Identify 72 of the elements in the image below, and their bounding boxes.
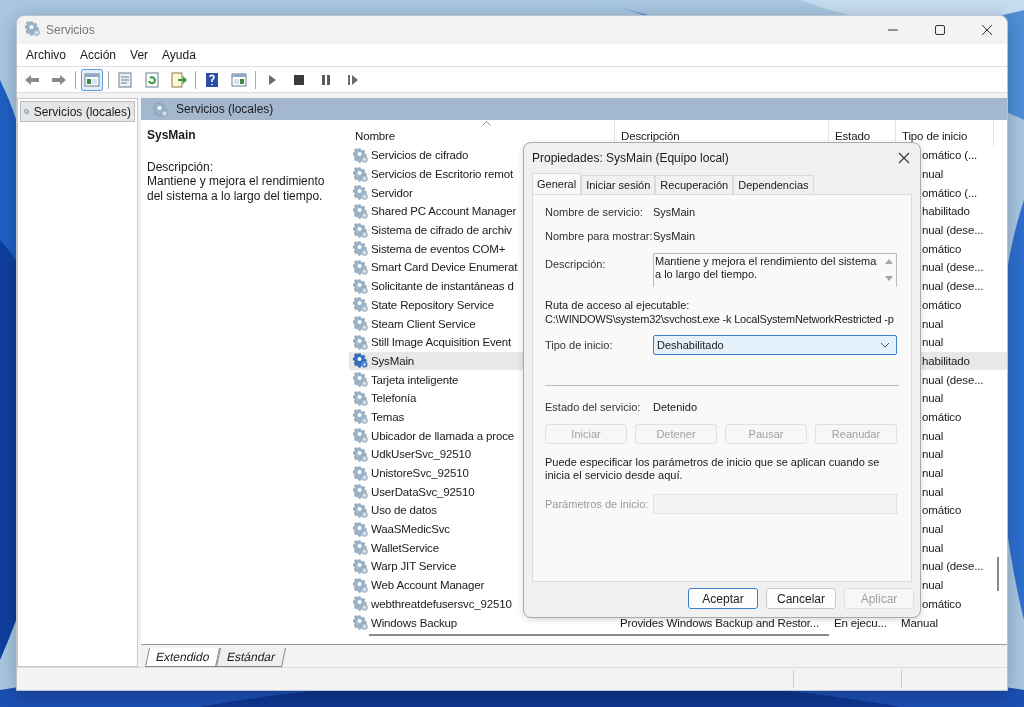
service-name-cell: Steam Client Service	[371, 317, 476, 330]
service-name-cell: Smart Card Device Enumerat	[371, 261, 518, 274]
service-name-cell: Temas	[371, 410, 405, 423]
service-name-cell: Web Account Manager	[371, 579, 485, 592]
field-label: Descripción:	[545, 258, 607, 270]
window-title: Servicios	[46, 23, 95, 37]
table-cell: Provides Windows Backup and Restor...	[620, 616, 819, 629]
field-label: Tipo de inicio:	[545, 339, 614, 351]
description-text: Mantiene y mejora el rendimiento del sistema a lo largo del tiempo.	[147, 174, 326, 204]
service-name-cell: Sistema de eventos COM+	[371, 242, 506, 255]
table-cell: Manual	[901, 616, 938, 629]
service-name-cell: State Repository Service	[371, 298, 494, 311]
panel-title: Servicios (locales)	[176, 102, 274, 116]
table-cell: omático	[922, 298, 962, 311]
field-label: Nombre de servicio:	[545, 206, 644, 218]
table-cell: nual	[922, 448, 944, 461]
service-name-cell: Still Image Acquisition Event	[371, 336, 512, 349]
service-name-cell: WalletService	[371, 541, 439, 554]
table-cell: omático (...	[922, 186, 978, 199]
table-cell: nual	[922, 579, 944, 592]
service-name-cell: Servidor	[371, 186, 413, 199]
field-label: Ruta de acceso al ejecutable:	[545, 299, 691, 311]
table-cell: nual	[922, 541, 944, 554]
table-cell: nual	[922, 429, 944, 442]
table-cell: nual	[922, 523, 944, 536]
table-cell: nual	[922, 168, 944, 181]
note-text: Puede especificar los parámetros de inicio que se aplican cuando se inicia el servicio desde aquí.	[545, 456, 881, 482]
table-cell: nual	[922, 485, 944, 498]
table-cell: nual	[922, 392, 944, 405]
service-name-cell: Solicitante de instantáneas d	[371, 280, 514, 293]
path-text: C:\WINDOWS\system32\svchost.exe -k LocalSystemNetworkRestricted -p	[545, 313, 895, 325]
field-value: Detenido	[653, 401, 698, 413]
table-cell: nual	[922, 336, 944, 349]
field-label: Parámetros de inicio:	[545, 498, 650, 510]
field-value: SysMain	[653, 230, 696, 242]
service-name: SysMain	[147, 128, 197, 142]
field-label: Nombre para mostrar:	[545, 230, 653, 242]
service-name-cell: UdkUserSvc_92510	[371, 448, 471, 461]
field-label: Estado del servicio:	[545, 401, 642, 413]
service-name-cell: Shared PC Account Manager	[371, 205, 517, 218]
service-name-cell: Windows Backup	[371, 616, 458, 629]
table-cell: nual	[922, 467, 944, 480]
table-cell: habilitado	[922, 205, 970, 218]
table-cell: omático	[922, 504, 962, 517]
table-cell: nual (dese...	[922, 560, 984, 573]
service-name-cell: Warp JIT Service	[371, 560, 457, 573]
table-cell: omático	[922, 597, 962, 610]
table-cell: nual (dese...	[922, 280, 984, 293]
service-name-cell: Servicios de cifrado	[371, 149, 469, 162]
table-cell: nual (dese...	[922, 261, 984, 274]
service-name-cell: Uso de datos	[371, 504, 437, 517]
table-cell: habilitado	[922, 354, 970, 367]
table-cell: En ejecu...	[834, 616, 887, 629]
service-name-cell: Ubicador de llamada a proce	[371, 429, 514, 442]
table-cell: nual (dese...	[922, 373, 984, 386]
service-name-cell: WaaSMedicSvc	[371, 523, 450, 536]
service-name-cell: Tarjeta inteligente	[371, 373, 459, 386]
field-value: SysMain	[653, 206, 696, 218]
table-cell: nual (dese...	[922, 224, 984, 237]
table-cell: omático (...	[922, 149, 978, 162]
service-name-cell: UnistoreSvc_92510	[371, 467, 469, 480]
table-cell: omático	[922, 242, 962, 255]
description-label: Descripción:	[147, 160, 215, 174]
service-name-cell: SysMain	[371, 354, 415, 367]
service-name-cell: webthreatdefusersvc_92510	[371, 597, 512, 610]
dialog-title: Propiedades: SysMain (Equipo local)	[532, 151, 729, 165]
service-name-cell: Servicios de Escritorio remot	[371, 168, 513, 181]
service-name-cell: Sistema de cifrado de archiv	[371, 224, 512, 237]
table-cell: omático	[922, 410, 962, 423]
table-cell: nual	[922, 317, 944, 330]
service-name-cell: UserDataSvc_92510	[371, 485, 475, 498]
service-name-cell: Telefonía	[371, 392, 417, 405]
